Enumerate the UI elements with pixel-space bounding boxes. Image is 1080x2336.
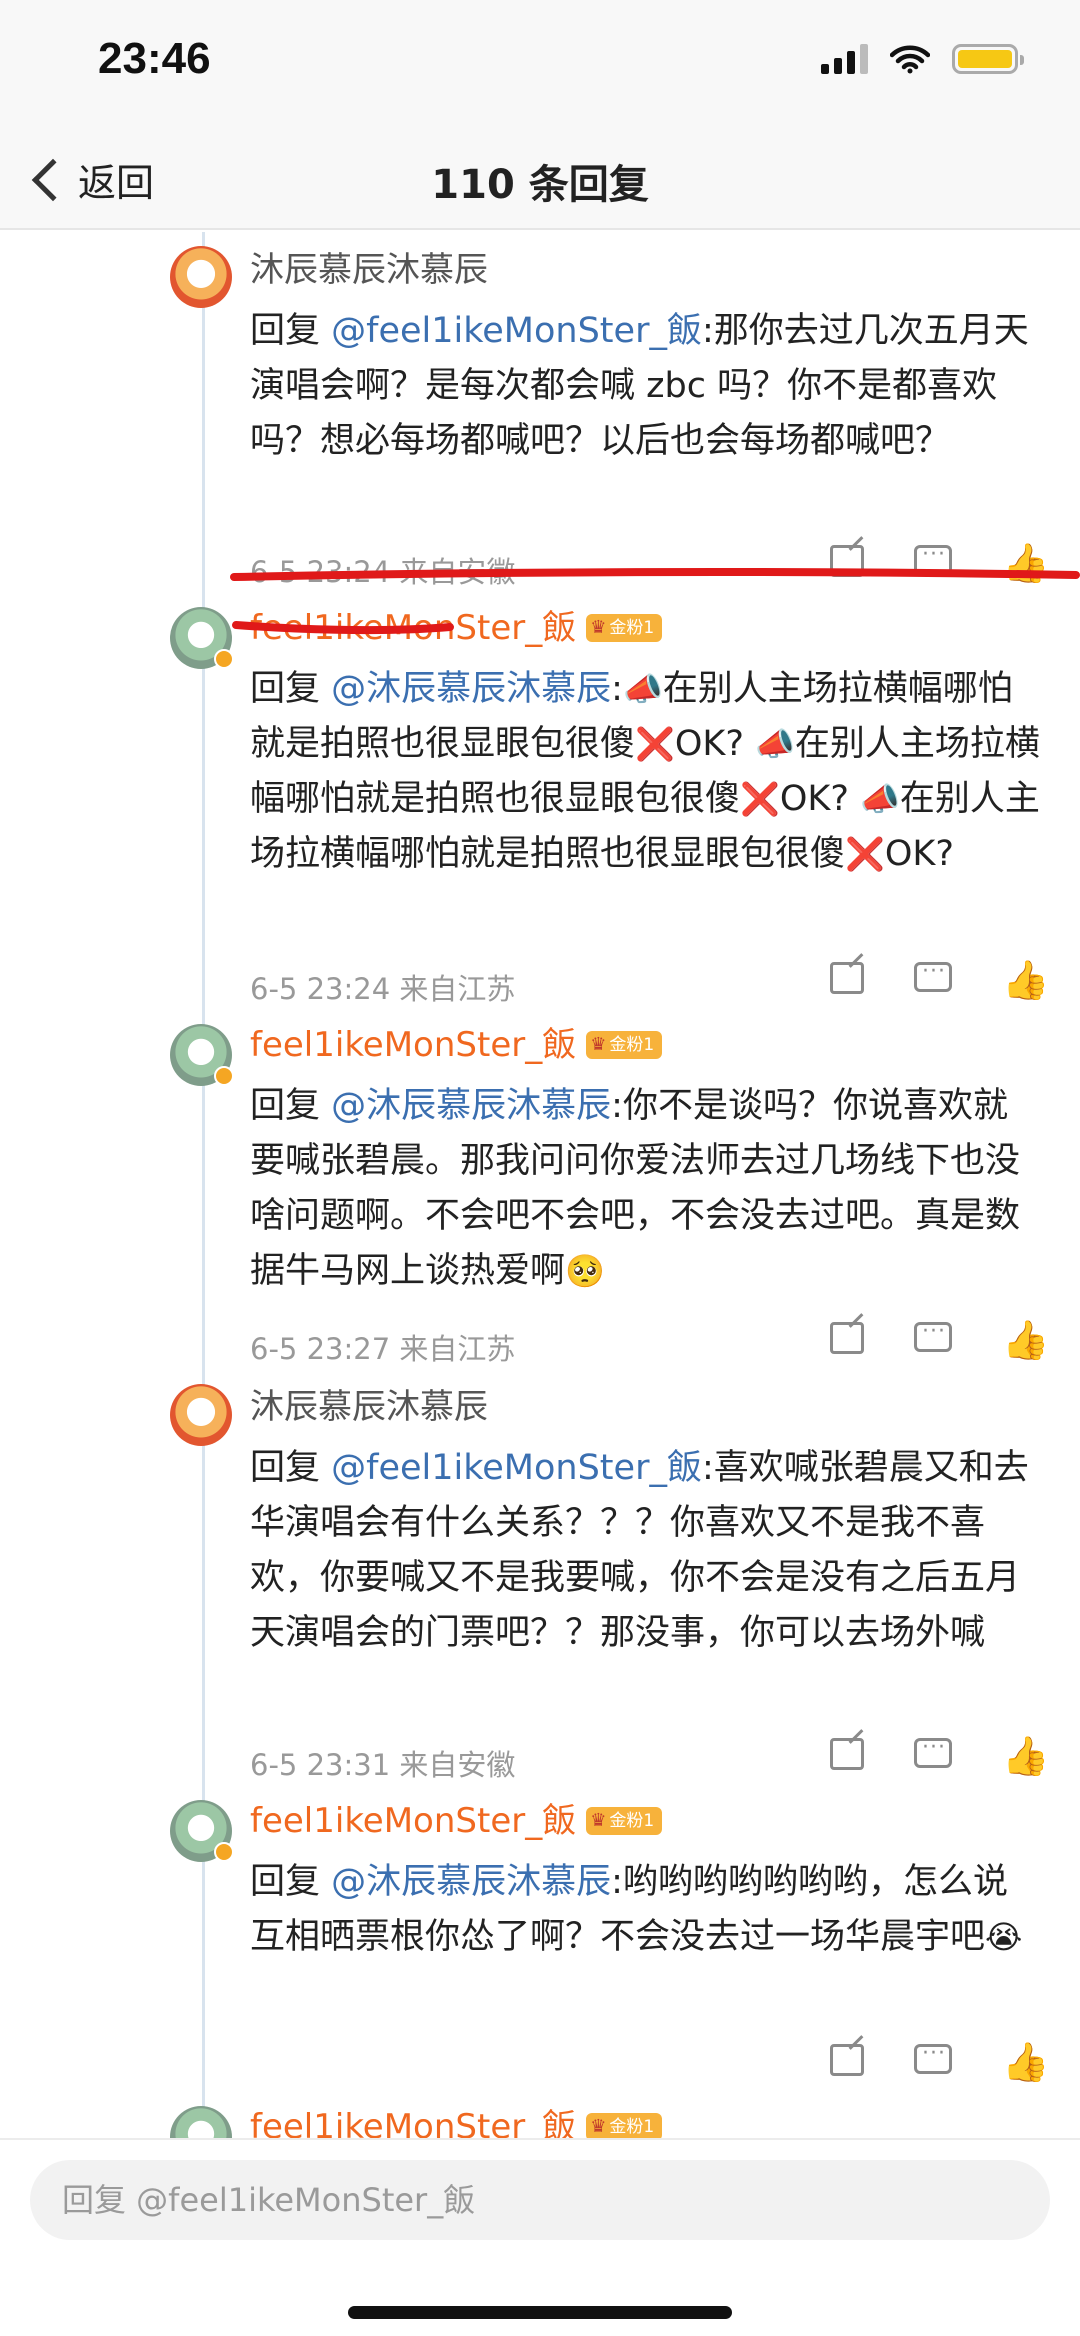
reply-bar	[0, 2138, 1080, 2336]
fan-badge: ♛ 金粉1	[586, 1807, 663, 1835]
comment-icon[interactable]	[914, 959, 952, 992]
comment-text: 回复 @沐辰慕辰沐慕辰:📣在别人主场拉横幅哪怕就是拍照也很显眼包很傻❌OK? 📣…	[250, 662, 1040, 882]
like-icon[interactable]: 👍	[1002, 544, 1049, 582]
page-title: 110 条回复	[431, 162, 649, 208]
megaphone-emoji: 📣	[860, 780, 900, 818]
crown-icon: ♛	[590, 617, 607, 638]
mention-link[interactable]: @feel1ikeMonSter_飯	[331, 311, 702, 351]
comment-meta: 6-5 23:24 来自安徽 👍	[250, 542, 1049, 589]
wifi-icon	[890, 45, 930, 74]
comment-icon[interactable]	[914, 2041, 952, 2074]
comment: feel1ikeMonSter_飯 ♛ 金粉1 回复 @沐辰慕辰沐慕辰:你不是谈吗…	[250, 1025, 1040, 1299]
verified-badge	[214, 1066, 234, 1086]
comment-time: 6-5 23:24 来自江苏	[250, 972, 516, 1006]
verified-badge	[214, 649, 234, 669]
comment-text: 回复 @沐辰慕辰沐慕辰:哟哟哟哟哟哟哟，怎么说互相晒票根你怂了啊？不会没去过一场…	[250, 1855, 1040, 1965]
crown-icon: ♛	[590, 1034, 607, 1055]
reply-thread[interactable]: 沐辰慕辰沐慕辰 回复 @feel1ikeMonSter_飯:那你去过几次五月天演…	[0, 232, 1080, 2138]
home-indicator[interactable]	[348, 2306, 732, 2319]
cross-emoji: ❌	[635, 725, 675, 763]
comment: 沐辰慕辰沐慕辰 回复 @feel1ikeMonSter_飯:喜欢喊张碧晨又和去华…	[250, 1387, 1040, 1661]
mention-link[interactable]: @沐辰慕辰沐慕辰	[331, 1862, 611, 1902]
comment-icon[interactable]	[914, 1319, 952, 1352]
like-icon[interactable]: 👍	[1002, 1737, 1049, 1775]
like-icon[interactable]: 👍	[1002, 961, 1049, 999]
comment-author[interactable]: 沐辰慕辰沐慕辰	[250, 1387, 1040, 1427]
like-icon[interactable]: 👍	[1002, 2043, 1049, 2081]
avatar[interactable]	[170, 246, 232, 308]
fan-badge: ♛ 金粉1	[586, 1031, 663, 1059]
comment: feel1ikeMonSter_飯 ♛ 金粉1	[250, 2107, 1040, 2138]
fan-badge: ♛ 金粉1	[586, 2113, 663, 2138]
comment-meta: 6-5 23:24 来自江苏 👍	[250, 959, 1049, 1006]
share-icon[interactable]	[830, 1738, 864, 1770]
comment-meta: 👍	[250, 2041, 1049, 2088]
comment-author[interactable]: feel1ikeMonSter_飯 ♛ 金粉1	[250, 1025, 1040, 1065]
mention-link[interactable]: @沐辰慕辰沐慕辰	[331, 1086, 611, 1126]
comment-author[interactable]: feel1ikeMonSter_飯 ♛ 金粉1	[250, 2107, 1040, 2138]
crown-icon: ♛	[590, 1810, 607, 1831]
comment-text: 回复 @feel1ikeMonSter_飯:那你去过几次五月天演唱会啊？是每次都…	[250, 311, 1029, 461]
like-icon[interactable]: 👍	[1002, 1321, 1049, 1359]
comment: feel1ikeMonSter_飯 ♛ 金粉1 回复 @沐辰慕辰沐慕辰:📣在别人主…	[250, 608, 1040, 882]
comment-author[interactable]: 沐辰慕辰沐慕辰	[250, 250, 1040, 290]
comment-author[interactable]: feel1ikeMonSter_飯 ♛ 金粉1	[250, 1801, 1040, 1841]
battery-icon	[952, 44, 1024, 74]
comment-time: 6-5 23:27 来自江苏	[250, 1332, 516, 1366]
signal-icon	[821, 44, 868, 74]
comment: feel1ikeMonSter_飯 ♛ 金粉1 回复 @沐辰慕辰沐慕辰:哟哟哟哟哟…	[250, 1801, 1040, 1965]
comment-icon[interactable]	[914, 1735, 952, 1768]
comment-author[interactable]: feel1ikeMonSter_飯 ♛ 金粉1	[250, 608, 1040, 648]
comment-meta: 6-5 23:27 来自江苏 👍	[250, 1319, 1049, 1366]
status-bar: 23:46	[0, 0, 1080, 130]
megaphone-emoji: 📣	[622, 670, 663, 708]
nav-bar: 返回 110 条回复	[0, 130, 1080, 230]
crying-emoji: 😭	[985, 1918, 1023, 1956]
share-icon[interactable]	[830, 545, 864, 577]
comment: 沐辰慕辰沐慕辰 回复 @feel1ikeMonSter_飯:那你去过几次五月天演…	[250, 250, 1040, 469]
mention-link[interactable]: @feel1ikeMonSter_飯	[331, 1448, 702, 1488]
fan-badge: ♛ 金粉1	[586, 614, 663, 642]
comment-time: 6-5 23:31 来自安徽	[250, 1748, 516, 1782]
share-icon[interactable]	[830, 962, 864, 994]
comment-text: 回复 @沐辰慕辰沐慕辰:你不是谈吗？你说喜欢就要喊张碧晨。那我问问你爱法师去过几…	[250, 1079, 1040, 1299]
cross-emoji: ❌	[845, 835, 885, 873]
comment-icon[interactable]	[914, 542, 952, 575]
cross-emoji: ❌	[740, 780, 780, 818]
pleading-emoji: 🥺	[565, 1252, 605, 1290]
reply-input[interactable]	[30, 2160, 1050, 2240]
status-icons	[821, 44, 1024, 74]
megaphone-emoji: 📣	[755, 725, 795, 763]
crown-icon: ♛	[590, 2116, 607, 2137]
share-icon[interactable]	[830, 2044, 864, 2076]
mention-link[interactable]: @沐辰慕辰沐慕辰	[331, 669, 611, 709]
verified-badge	[214, 1842, 234, 1862]
status-time: 23:46	[98, 34, 211, 83]
comment-time: 6-5 23:24 来自安徽	[250, 555, 516, 589]
comment-text: 回复 @feel1ikeMonSter_飯:喜欢喊张碧晨又和去华演唱会有什么关系…	[250, 1448, 1029, 1653]
share-icon[interactable]	[830, 1322, 864, 1354]
avatar[interactable]	[170, 2106, 232, 2138]
comment-meta: 6-5 23:31 来自安徽 👍	[250, 1735, 1049, 1782]
avatar[interactable]	[170, 1384, 232, 1446]
